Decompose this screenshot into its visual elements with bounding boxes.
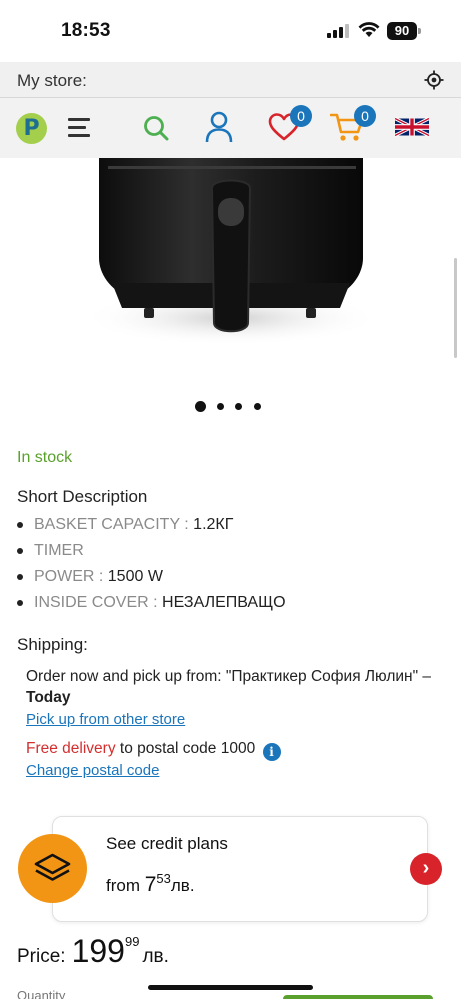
spec-item-power: POWER : 1500 W [17, 567, 437, 593]
product-image[interactable] [0, 158, 461, 388]
battery-level: 90 [387, 22, 417, 40]
spec-item-basket-capacity: BASKET CAPACITY : 1.2КГ [17, 515, 437, 541]
info-icon[interactable]: i [262, 743, 281, 761]
price-main: 199 [71, 933, 125, 969]
carousel-dot-4[interactable] [254, 403, 261, 410]
spec-list: BASKET CAPACITY : 1.2КГ TIMER POWER : 15… [17, 515, 437, 619]
search-icon[interactable] [143, 115, 169, 141]
free-delivery-label: Free delivery [26, 740, 116, 757]
wifi-icon [358, 22, 380, 37]
credit-icon-circle [18, 834, 87, 903]
wishlist-count-badge: 0 [290, 105, 312, 127]
shipping-title: Shipping: [17, 635, 88, 654]
change-postal-code-link[interactable]: Change postal code [26, 762, 159, 779]
pickup-info: Order now and pick up from: "Практикер С… [26, 668, 432, 706]
site-header: P 0 0 [0, 98, 461, 158]
price: Price: 19999лв. [17, 933, 169, 970]
image-carousel-dots[interactable] [195, 401, 275, 413]
carousel-dot-3[interactable] [235, 403, 242, 410]
menu-icon[interactable] [68, 118, 90, 137]
home-indicator [148, 985, 313, 990]
spec-item-inside-cover: INSIDE COVER : НЕЗАЛЕПВАЩО [17, 593, 437, 619]
signal-icon [327, 24, 349, 38]
chevron-right-icon[interactable]: › [410, 853, 442, 885]
air-fryer-illustration [81, 158, 381, 346]
delivery-info: Free delivery to postal code 1000 i [26, 740, 281, 761]
location-target-icon[interactable] [424, 70, 444, 90]
carousel-dot-2[interactable] [217, 403, 224, 410]
scrollbar[interactable] [454, 258, 457, 358]
store-bar[interactable]: My store: [0, 62, 461, 98]
credit-plans-title[interactable]: See credit plans [106, 834, 228, 854]
cart-count-badge: 0 [354, 105, 376, 127]
pick-up-other-store-link[interactable]: Pick up from other store [26, 711, 185, 728]
add-to-cart-button-edge[interactable] [283, 995, 433, 999]
stock-status: In stock [17, 449, 73, 466]
pickup-when: Today [26, 689, 71, 706]
my-store-label: My store: [17, 71, 87, 90]
short-description-title: Short Description [17, 487, 148, 506]
status-bar: 18:53 90 [0, 0, 461, 62]
credit-plans-card[interactable] [52, 816, 428, 922]
price-currency: лв. [142, 946, 169, 967]
praktiker-logo[interactable]: P [16, 113, 47, 144]
price-label: Price: [17, 946, 66, 967]
user-icon[interactable] [205, 111, 233, 143]
status-time: 18:53 [61, 20, 111, 41]
price-cents: 99 [124, 934, 140, 949]
uk-flag-icon[interactable] [395, 115, 429, 139]
quantity-label: Quantity [17, 988, 66, 999]
credit-from-price: from 753лв. [106, 871, 195, 896]
battery-icon: 90 [387, 22, 421, 40]
spec-item-timer: TIMER [17, 541, 437, 567]
carousel-dot-1[interactable] [195, 401, 206, 412]
layers-icon [34, 853, 71, 881]
